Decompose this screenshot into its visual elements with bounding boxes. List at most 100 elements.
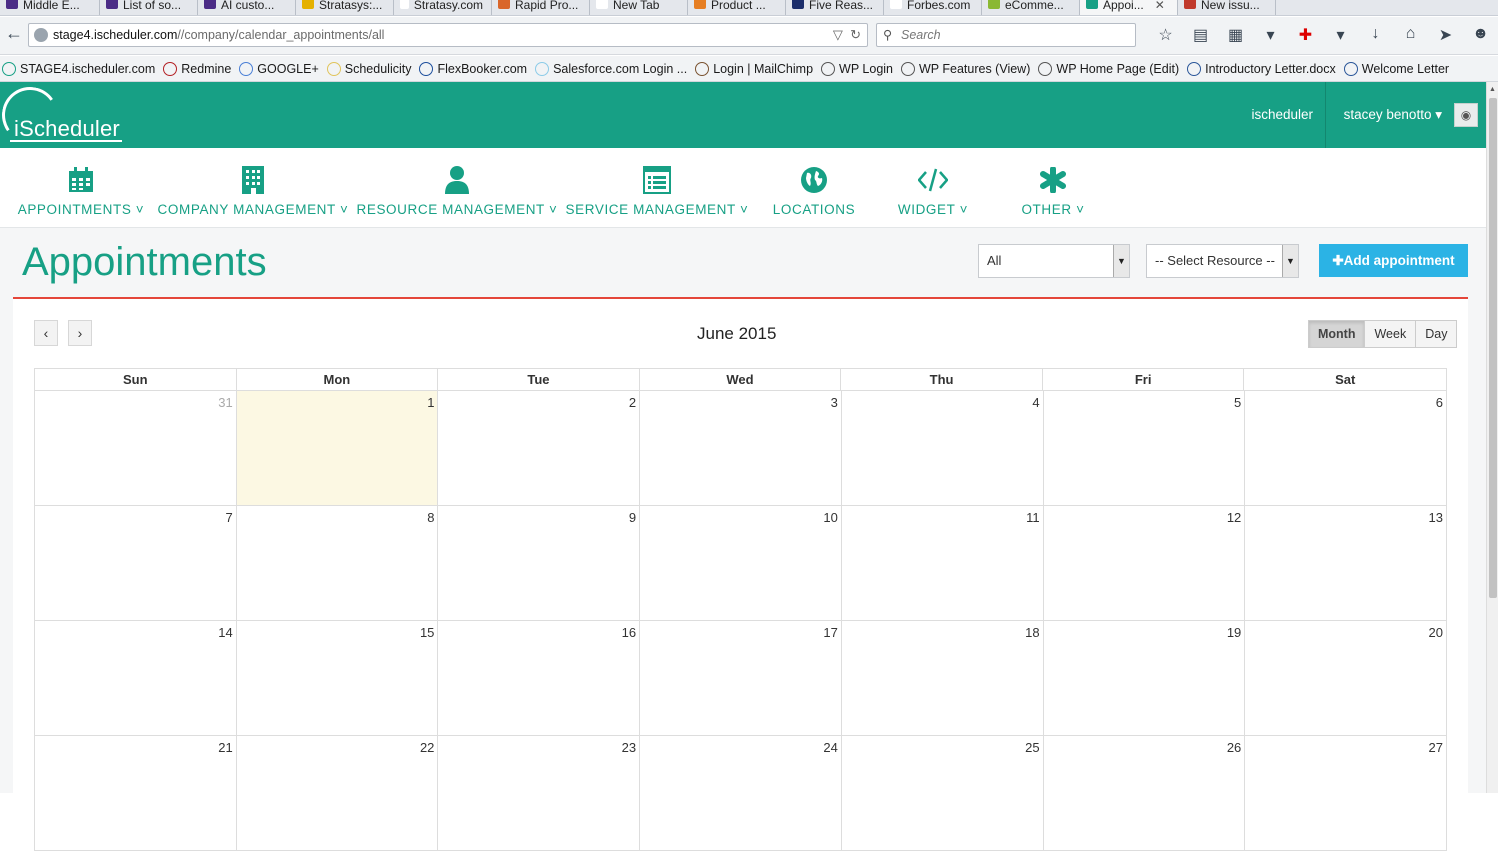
day-number: 8 [427,510,435,525]
browser-tab[interactable]: Middle E... [0,0,100,15]
browser-tab[interactable]: New Tab [590,0,688,15]
nav-resource-management[interactable]: RESOURCE MANAGEMENT ˅ [356,148,557,228]
calendar-day-cell[interactable]: 9 [438,506,641,621]
nav-widget[interactable]: WIDGET ˅ [894,148,972,228]
browser-tab[interactable]: Appoi... ✕ [1080,0,1178,15]
calendar-day-cell[interactable]: 22 [236,736,439,851]
back-icon[interactable]: ← [5,23,23,44]
calendar-day-cell[interactable]: 18 [841,621,1044,736]
appointment-filter-select[interactable]: All ▼ [978,244,1130,278]
home-icon[interactable]: ⌂ [1393,25,1428,45]
calendar-day-cell[interactable]: 19 [1043,621,1246,736]
user-menu[interactable]: stacey benotto ▾ [1344,82,1442,148]
ischeduler-logo[interactable]: iScheduler [0,82,124,148]
calendar-day-cell[interactable]: 3 [640,391,842,506]
calendar-day-cell[interactable]: 21 [35,736,237,851]
bookmark-item[interactable]: Schedulicity [326,61,411,76]
bookmark-star-icon[interactable]: ☆ [1148,25,1183,45]
building-icon [242,160,264,200]
bookmark-item[interactable]: Login | MailChimp [695,61,813,76]
add-appointment-button[interactable]: ✚Add appointment [1319,244,1468,277]
calendar-day-cell[interactable]: 15 [236,621,439,736]
nav-appointments[interactable]: APPOINTMENTS ˅ [18,148,144,228]
calendar-day-cell[interactable]: 4 [841,391,1044,506]
page-scrollbar[interactable]: ▲ [1486,82,1498,793]
browser-tab[interactable]: Product ... [688,0,786,15]
bookmark-item[interactable]: Redmine [163,61,231,76]
browser-tab[interactable]: Five Reas... [786,0,884,15]
calendar-day-cell[interactable]: 6 [1245,391,1447,506]
calendar-day-cell[interactable]: 24 [640,736,842,851]
bookmark-item[interactable]: Introductory Letter.docx [1187,61,1336,76]
bookmark-item[interactable]: STAGE4.ischeduler.com [2,61,155,76]
calendar-day-cell[interactable]: 20 [1245,621,1447,736]
calendar-day-cell[interactable]: 12 [1043,506,1246,621]
browser-tab[interactable]: New issu... [1178,0,1276,15]
addon-icon[interactable]: ✚ [1288,25,1323,45]
browser-search-input[interactable]: ⚲ Search [876,23,1136,47]
bookmark-item[interactable]: FlexBooker.com [419,61,527,76]
calendar-day-cell[interactable]: 26 [1043,736,1246,851]
avatar[interactable]: ◉ [1454,103,1478,127]
resource-value: -- Select Resource -- [1155,253,1275,268]
browser-tab[interactable]: List of so... [100,0,198,15]
bookmark-favicon-icon [1187,61,1202,76]
browser-tab[interactable]: AI custo... [198,0,296,15]
company-link[interactable]: ischeduler [1251,82,1326,148]
calendar-day-cell[interactable]: 7 [35,506,237,621]
calendar-day-cell[interactable]: 16 [438,621,641,736]
address-bar[interactable]: stage4.ischeduler.com//company/calendar_… [28,23,868,47]
dropdown-icon[interactable]: ▾ [1323,25,1358,45]
day-number: 13 [1428,510,1443,525]
nav-service-management[interactable]: SERVICE MANAGEMENT ˅ [566,148,748,228]
tab-label: Rapid Pro... [515,0,579,12]
bookmark-item[interactable]: Salesforce.com Login ... [535,61,687,76]
calendar-day-cell[interactable]: 5 [1043,391,1246,506]
calendar-day-cell[interactable]: 2 [438,391,641,506]
browser-tab[interactable]: eComme... [982,0,1080,15]
next-month-button[interactable]: › [68,320,92,346]
bookmark-label: WP Login [839,61,893,76]
calendar-day-cell[interactable]: 10 [640,506,842,621]
close-tab-icon[interactable]: ✕ [1155,0,1165,11]
resource-select[interactable]: -- Select Resource -- ▼ [1146,244,1299,278]
prev-month-button[interactable]: ‹ [34,320,58,346]
calendar-day-cell[interactable]: 8 [236,506,439,621]
calendar-day-cell[interactable]: 13 [1245,506,1447,621]
dropdown-icon[interactable]: ▾ [1253,25,1288,45]
bookmark-item[interactable]: GOOGLE+ [239,61,319,76]
view-month-button[interactable]: Month [1309,321,1366,347]
site-identity-icon[interactable] [34,28,48,42]
calendar-day-cell[interactable]: 31 [35,391,237,506]
browser-tab[interactable]: Forbes.com [884,0,982,15]
download-icon[interactable]: ↓ [1358,25,1393,45]
browser-tab[interactable]: Stratasys:... [296,0,394,15]
send-icon[interactable]: ➤ [1428,25,1463,45]
calendar-day-cell[interactable]: 11 [841,506,1044,621]
browser-tab[interactable]: Rapid Pro... [492,0,590,15]
reading-list-icon[interactable]: ▤ [1183,25,1218,45]
calendar-day-cell[interactable]: 25 [841,736,1044,851]
calendar-day-cell[interactable]: 14 [35,621,237,736]
calendar-day-cell[interactable]: 23 [438,736,641,851]
browser-tab[interactable]: Stratasy.com [394,0,492,15]
chat-icon[interactable]: ☻ [1463,25,1498,45]
scrollbar-thumb[interactable] [1489,98,1497,598]
nav-other[interactable]: OTHER ˅ [1018,148,1088,228]
view-week-button[interactable]: Week [1365,321,1417,347]
bookmark-item[interactable]: WP Features (View) [901,61,1030,76]
user-icon [444,160,470,200]
calendar-day-cell[interactable]: 27 [1245,736,1447,851]
view-day-button[interactable]: Day [1416,321,1457,347]
bookmark-item[interactable]: WP Home Page (Edit) [1038,61,1179,76]
save-icon[interactable]: ▦ [1218,25,1253,45]
nav-locations[interactable]: LOCATIONS [768,148,860,228]
nav-company-management[interactable]: COMPANY MANAGEMENT ˅ [158,148,348,228]
day-number: 5 [1234,395,1242,410]
bookmark-item[interactable]: WP Login [821,61,893,76]
calendar-day-cell[interactable]: 1 [236,391,439,506]
reload-icon[interactable]: ▽ ↻ [833,24,861,46]
scroll-up-icon[interactable]: ▲ [1487,86,1498,93]
calendar-day-cell[interactable]: 17 [640,621,842,736]
bookmark-item[interactable]: Welcome Letter [1343,61,1449,76]
